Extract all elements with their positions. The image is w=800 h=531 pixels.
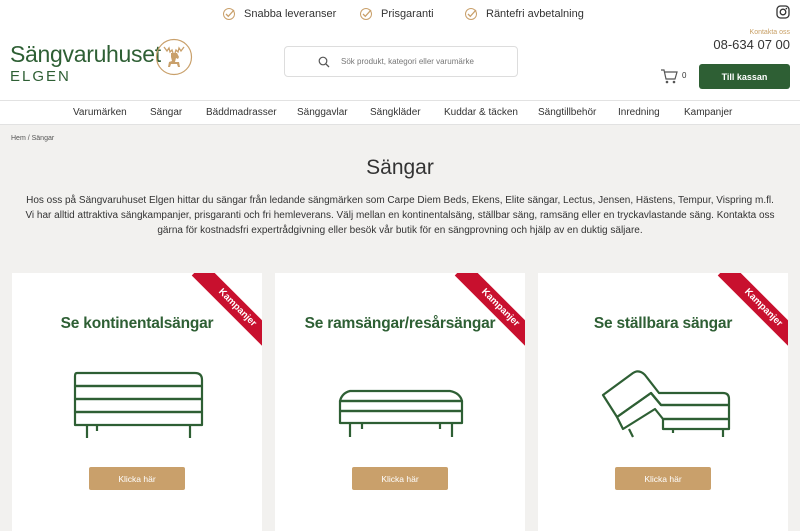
- breadcrumb[interactable]: Hem / Sängar: [11, 135, 54, 142]
- instagram-icon[interactable]: [776, 5, 790, 19]
- logo-main-text: Sängvaruhuset: [10, 41, 161, 67]
- site-header: Sängvaruhuset ELGEN Kontakta oss 08-634 …: [0, 28, 800, 100]
- usp-price-guarantee: Prisgaranti: [359, 7, 434, 21]
- search-input[interactable]: [341, 57, 511, 66]
- card-button[interactable]: Klicka här: [352, 467, 448, 490]
- cart-count: 0: [682, 71, 687, 80]
- contact-link[interactable]: Kontakta oss: [750, 29, 790, 36]
- check-circle-icon: [223, 8, 235, 20]
- card-button[interactable]: Klicka här: [615, 467, 711, 490]
- nav-item-sangar[interactable]: Sängar: [150, 107, 182, 118]
- usp-interest-free: Räntefri avbetalning: [464, 7, 584, 21]
- logo-sub-text: ELGEN: [10, 68, 71, 85]
- campaign-ribbon: Kampanjer: [454, 273, 525, 354]
- nav-item-sangklader[interactable]: Sängkläder: [370, 107, 421, 118]
- usp-label: Prisgaranti: [381, 8, 434, 20]
- continental-bed-icon: [73, 371, 204, 438]
- card-title[interactable]: Se ställbara sängar: [538, 315, 788, 333]
- nav-item-varumarken[interactable]: Varumärken: [73, 107, 127, 118]
- category-card-ramsangar[interactable]: Kampanjer Se ramsängar/resårsängar Klick…: [275, 273, 525, 531]
- category-card-stallbara[interactable]: Kampanjer Se ställbara sängar Klicka här: [538, 273, 788, 531]
- nav-item-kampanjer[interactable]: Kampanjer: [684, 107, 732, 118]
- top-bar: Snabba leveranser Prisgaranti Räntefri a…: [0, 0, 800, 28]
- intro-text: Hos oss på Sängvaruhuset Elgen hittar du…: [25, 195, 775, 236]
- moose-logo-icon: [155, 38, 193, 76]
- usp-label: Snabba leveranser: [244, 8, 337, 20]
- adjustable-bed-icon: [601, 370, 731, 438]
- usp-label: Räntefri avbetalning: [486, 8, 584, 20]
- campaign-ribbon: Kampanjer: [191, 273, 262, 354]
- nav-item-baddmadrasser[interactable]: Bäddmadrasser: [206, 107, 277, 118]
- main-nav: Varumärken Sängar Bäddmadrasser Sänggavl…: [0, 100, 800, 125]
- usp-fast-delivery: Snabba leveranser: [222, 7, 336, 21]
- nav-item-sangtillbehor[interactable]: Sängtillbehör: [538, 107, 596, 118]
- phone-number[interactable]: 08-634 07 00: [713, 37, 790, 52]
- category-card-kontinentalsangar[interactable]: Kampanjer Se kontinentalsängar Klicka hä…: [12, 273, 262, 531]
- search-icon: [318, 56, 330, 67]
- card-button[interactable]: Klicka här: [89, 467, 185, 490]
- card-title[interactable]: Se ramsängar/resårsängar: [275, 315, 525, 333]
- nav-item-inredning[interactable]: Inredning: [618, 107, 660, 118]
- campaign-ribbon: Kampanjer: [717, 273, 788, 354]
- cart-icon[interactable]: [660, 68, 678, 84]
- check-circle-icon: [465, 8, 477, 20]
- check-circle-icon: [360, 8, 372, 20]
- nav-item-sanggavlar[interactable]: Sänggavlar: [297, 107, 348, 118]
- logo[interactable]: Sängvaruhuset ELGEN: [10, 42, 161, 86]
- nav-item-kuddar-tacken[interactable]: Kuddar & täcken: [444, 107, 518, 118]
- checkout-button[interactable]: Till kassan: [699, 64, 790, 89]
- search-box[interactable]: [284, 46, 518, 77]
- page-title: Sängar: [366, 156, 434, 179]
- card-title[interactable]: Se kontinentalsängar: [12, 315, 262, 333]
- frame-bed-icon: [338, 389, 464, 437]
